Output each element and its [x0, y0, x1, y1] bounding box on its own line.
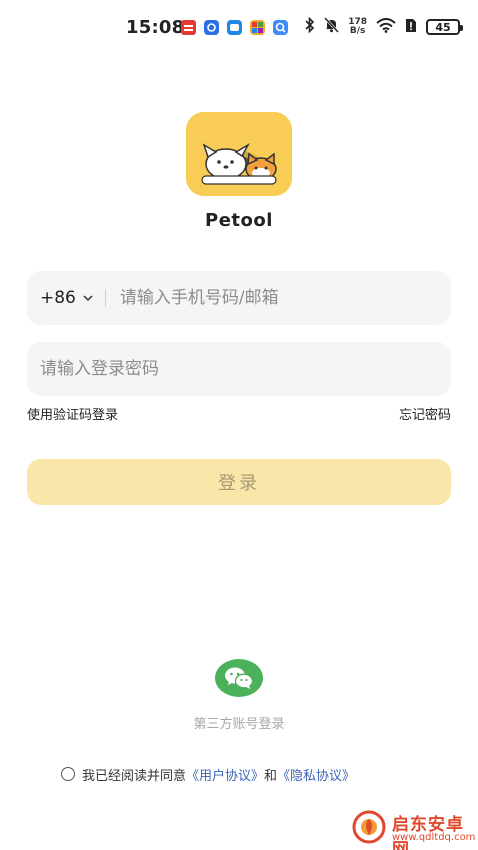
agreement-conjunction: 和 — [264, 768, 278, 784]
net-speed-indicator: 178 B/s — [348, 18, 367, 36]
third-party-login-label: 第三方账号登录 — [193, 717, 285, 732]
forgot-password-link[interactable]: 忘记密码 — [399, 404, 451, 423]
code-login-link[interactable]: 使用验证码登录 — [27, 404, 118, 423]
bluetooth-icon — [305, 16, 315, 37]
notification-app-icon-1 — [181, 20, 196, 35]
notification-app-icon-5 — [273, 20, 288, 35]
phone-input-container: +86 — [27, 271, 451, 325]
watermark-logo-icon — [352, 810, 386, 844]
sim-alert-icon — [405, 18, 417, 37]
country-code-selector[interactable]: +86 — [40, 288, 94, 308]
watermark: 启东安卓网 www.qdltdq.com — [350, 806, 478, 850]
agreement-prefix: 我已经阅读并同意 — [82, 768, 187, 784]
status-bar: 15:08 178 B/s 45 — [0, 0, 478, 56]
user-agreement-link[interactable]: 《用户协议》 — [186, 765, 264, 784]
notification-app-icon-2 — [204, 20, 219, 35]
net-speed-unit: B/s — [349, 26, 366, 36]
chevron-down-icon — [83, 295, 93, 302]
battery-indicator: 45 — [426, 19, 463, 35]
notification-app-icon-3 — [227, 20, 242, 35]
wechat-icon — [225, 667, 254, 689]
phone-email-input[interactable] — [119, 288, 451, 308]
password-input-container — [27, 342, 451, 396]
input-divider — [104, 289, 106, 307]
wifi-icon — [376, 17, 396, 37]
wechat-login-button[interactable] — [215, 659, 263, 697]
status-indicators: 178 B/s 45 — [305, 16, 463, 38]
country-code-value: +86 — [40, 288, 76, 308]
app-name: Petool — [205, 210, 273, 231]
watermark-title: 启东安卓网 — [392, 815, 464, 850]
password-input[interactable] — [40, 359, 451, 379]
notification-app-icon-4 — [250, 20, 265, 35]
watermark-url: www.qdltdq.com — [392, 832, 476, 843]
privacy-policy-link[interactable]: 《隐私协议》 — [277, 765, 355, 784]
status-time: 15:08 — [126, 17, 185, 38]
app-logo — [186, 112, 292, 196]
agreement-radio[interactable] — [61, 767, 75, 781]
mute-bell-icon — [324, 17, 340, 37]
agreement-row: 我已经阅读并同意 《用户协议》 和 《隐私协议》 — [61, 764, 355, 784]
login-button[interactable]: 登录 — [27, 459, 451, 505]
